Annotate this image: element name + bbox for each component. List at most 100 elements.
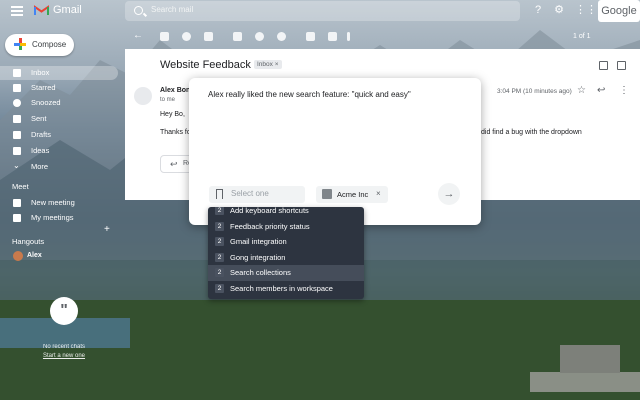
my-meetings-label: My meetings — [31, 213, 74, 222]
label-icon — [13, 147, 21, 155]
delete-icon[interactable] — [204, 32, 213, 41]
search-bar[interactable] — [125, 1, 520, 21]
company-name: Acme Inc — [337, 190, 369, 199]
add-task-icon[interactable] — [277, 32, 286, 41]
start-new-chat-link[interactable]: Start a new one — [30, 352, 98, 361]
label-chip-text: Inbox — [257, 61, 273, 68]
open-in-new-window-icon[interactable] — [617, 61, 626, 70]
snooze-icon[interactable] — [255, 32, 264, 41]
dropdown-option-highlighted[interactable]: 2 Search collections — [208, 265, 364, 281]
hangouts-quote-icon: " — [50, 297, 78, 325]
option-label: Gmail integration — [230, 237, 287, 246]
compose-plus-icon — [14, 38, 26, 50]
print-icon[interactable] — [599, 61, 608, 70]
dropdown-option[interactable]: 2 Search members in workspace — [208, 281, 364, 297]
more-options-icon[interactable]: ⋮ — [619, 85, 629, 96]
company-chip[interactable]: Acme Inc × — [316, 186, 388, 203]
bookmark-icon — [216, 189, 223, 199]
feedback-popup: Alex really liked the new search feature… — [189, 78, 481, 225]
hangouts-section-title: Hangouts — [12, 237, 45, 246]
email-date: 3:04 PM (10 minutes ago) — [497, 88, 572, 95]
sender-name[interactable]: Alex Bon — [160, 87, 190, 94]
mark-unread-icon[interactable] — [233, 32, 242, 41]
email-body-start: Thanks fo — [160, 129, 191, 136]
gmail-logo[interactable]: Gmail — [34, 4, 82, 16]
sidebar: Compose Inbox Starred Snoozed Sent Draft… — [0, 30, 122, 400]
search-icon[interactable] — [134, 6, 143, 15]
option-label: Feedback priority status — [230, 221, 310, 231]
labels-icon[interactable] — [328, 32, 337, 41]
draft-icon — [13, 131, 21, 139]
sidebar-item-sent[interactable]: Sent — [0, 112, 118, 126]
sidebar-item-drafts[interactable]: Drafts — [0, 128, 118, 142]
remove-company-icon[interactable]: × — [376, 189, 381, 198]
sidebar-item-inbox[interactable]: Inbox — [0, 66, 118, 80]
sidebar-item-label: Sent — [31, 114, 47, 123]
option-count-badge: 2 — [215, 283, 224, 293]
sidebar-item-label: Drafts — [31, 130, 52, 139]
submit-arrow-button[interactable]: → — [438, 183, 460, 205]
option-count-badge: 2 — [215, 221, 224, 231]
gear-icon[interactable]: ⚙ — [553, 4, 565, 16]
no-chats-text: No recent chats — [42, 344, 86, 350]
send-icon — [13, 115, 21, 123]
google-account-badge[interactable]: Google — [598, 0, 640, 22]
add-hangout-icon[interactable]: + — [104, 224, 110, 235]
my-meetings-link[interactable]: My meetings — [0, 211, 118, 225]
feature-select[interactable] — [209, 186, 305, 203]
recipient-label[interactable]: to me — [160, 97, 175, 103]
option-label: Search collections — [230, 268, 291, 277]
star-icon[interactable]: ☆ — [577, 85, 586, 96]
report-spam-icon[interactable] — [182, 32, 191, 41]
sidebar-item-more[interactable]: ⌄ More — [0, 160, 118, 174]
option-label: Add keyboard shortcuts — [230, 207, 309, 215]
compose-button[interactable]: Compose — [5, 34, 74, 56]
top-bar: Gmail ? ⚙ ⋮⋮ Google — [0, 0, 640, 24]
gmail-m-icon — [34, 4, 49, 15]
app-name: Gmail — [53, 4, 82, 16]
hangout-user-name[interactable]: Alex — [27, 252, 42, 259]
dropdown-option[interactable]: 2 Feedback priority status — [208, 219, 364, 235]
compose-label: Compose — [32, 40, 67, 49]
sidebar-item-snoozed[interactable]: Snoozed — [0, 96, 118, 110]
option-count-badge: 2 — [215, 252, 224, 262]
more-options-icon[interactable] — [347, 32, 350, 41]
sidebar-item-starred[interactable]: Starred — [0, 81, 118, 95]
dropdown-option[interactable]: 2 Gmail integration — [208, 234, 364, 250]
chevron-down-icon: ⌄ — [13, 161, 20, 170]
dropdown-option[interactable]: 2 Gong integration — [208, 250, 364, 266]
feedback-note[interactable]: Alex really liked the new search feature… — [208, 90, 411, 99]
inbox-icon — [13, 69, 21, 77]
email-body-end: did find a bug with the dropdown — [481, 129, 582, 136]
email-greeting: Hey Bo, — [160, 111, 185, 118]
pagination-count: 1 of 1 — [573, 33, 591, 40]
archive-icon[interactable] — [160, 32, 169, 41]
email-toolbar: ← 1 of 1 — [125, 30, 640, 46]
reply-arrow-icon: ↩ — [170, 159, 178, 169]
option-count-badge: 2 — [215, 237, 224, 246]
email-subject: Website Feedback — [160, 59, 251, 71]
sidebar-item-label: Snoozed — [31, 98, 61, 107]
meet-section-title: Meet — [12, 182, 29, 191]
menu-icon[interactable] — [11, 6, 23, 16]
back-arrow-icon[interactable]: ← — [133, 30, 143, 41]
move-to-icon[interactable] — [306, 32, 315, 41]
apps-grid-icon[interactable]: ⋮⋮ — [575, 4, 597, 16]
reply-icon[interactable]: ↩ — [597, 85, 605, 96]
sidebar-item-label: Inbox — [31, 68, 50, 77]
dropdown-option[interactable]: 2 Add keyboard shortcuts — [208, 207, 364, 219]
inbox-label-chip[interactable]: Inbox × — [254, 60, 282, 69]
clock-icon — [13, 99, 21, 107]
help-icon[interactable]: ? — [532, 4, 544, 16]
sidebar-item-ideas[interactable]: Ideas — [0, 144, 118, 158]
new-meeting-link[interactable]: New meeting — [0, 196, 118, 210]
search-input[interactable] — [151, 5, 451, 14]
avatar[interactable] — [13, 251, 23, 261]
option-count-badge: 2 — [215, 268, 224, 277]
building-icon — [322, 189, 332, 199]
star-icon — [13, 84, 21, 92]
feature-select-input[interactable] — [231, 189, 301, 198]
calendar-icon — [13, 214, 21, 222]
option-count-badge: 2 — [215, 207, 224, 215]
option-label: Gong integration — [230, 252, 286, 262]
